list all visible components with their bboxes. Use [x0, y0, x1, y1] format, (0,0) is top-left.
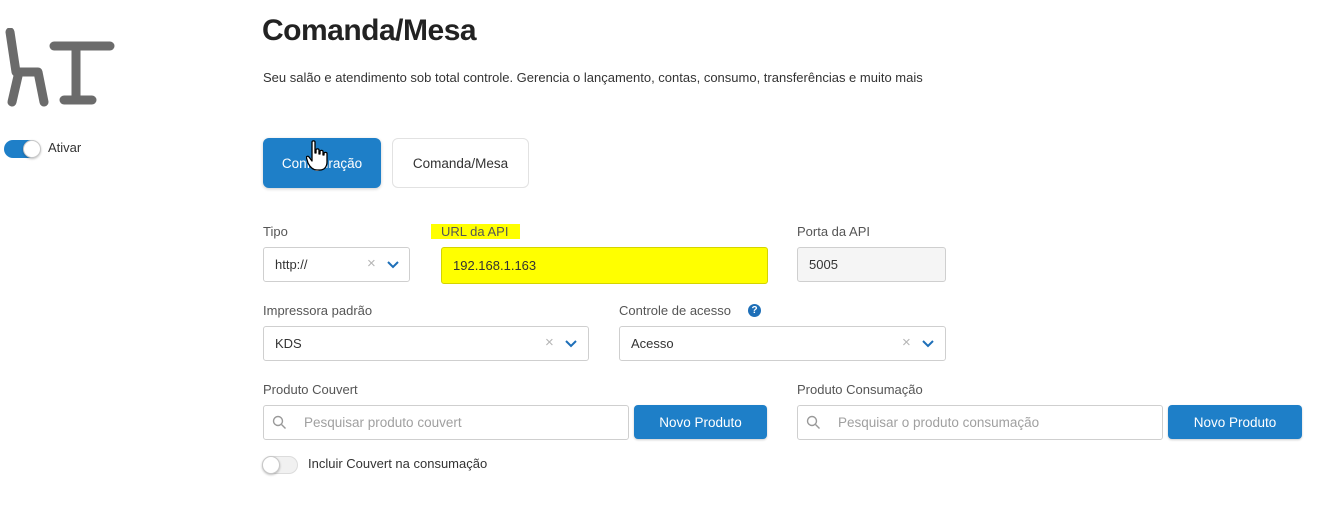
clear-icon[interactable]: ×	[367, 255, 376, 272]
clear-icon[interactable]: ×	[545, 334, 554, 351]
produto-couvert-placeholder: Pesquisar produto couvert	[304, 415, 462, 430]
impressora-value: KDS	[275, 336, 302, 351]
incluir-couvert-label: Incluir Couvert na consumação	[308, 456, 488, 471]
search-icon	[272, 415, 286, 429]
produto-consumacao-label: Produto Consumação	[797, 382, 923, 397]
novo-produto-couvert-button[interactable]: Novo Produto	[634, 405, 767, 439]
tipo-value: http://	[275, 257, 308, 272]
controle-acesso-select[interactable]: Acesso ×	[619, 326, 946, 361]
produto-couvert-label: Produto Couvert	[263, 382, 358, 397]
page-title: Comanda/Mesa	[262, 14, 477, 47]
controle-acesso-value: Acesso	[631, 336, 674, 351]
search-icon	[806, 415, 820, 429]
url-api-label: URL da API	[431, 224, 521, 239]
chevron-down-icon[interactable]	[564, 337, 578, 351]
clear-icon[interactable]: ×	[902, 334, 911, 351]
question-circle-icon[interactable]: ?	[748, 304, 761, 317]
porta-api-label: Porta da API	[797, 224, 870, 239]
novo-produto-consumacao-button[interactable]: Novo Produto	[1168, 405, 1302, 439]
impressora-label: Impressora padrão	[263, 303, 373, 318]
url-api-input[interactable]: 192.168.1.163	[441, 247, 768, 284]
chevron-down-icon[interactable]	[921, 337, 935, 351]
incluir-couvert-toggle[interactable]	[262, 456, 298, 474]
produto-consumacao-placeholder: Pesquisar o produto consumação	[838, 415, 1040, 430]
activate-toggle[interactable]	[4, 140, 41, 158]
produto-consumacao-search[interactable]: Pesquisar o produto consumação	[797, 405, 1163, 440]
chevron-down-icon[interactable]	[386, 258, 400, 272]
tab-comanda-mesa[interactable]: Comanda/Mesa	[392, 138, 529, 188]
controle-acesso-label: Controle de acesso	[619, 303, 732, 318]
table-chair-icon	[5, 28, 115, 107]
produto-couvert-search[interactable]: Pesquisar produto couvert	[263, 405, 629, 440]
impressora-select[interactable]: KDS ×	[263, 326, 589, 361]
tipo-label: Tipo	[263, 224, 288, 239]
tipo-select[interactable]: http:// ×	[263, 247, 410, 282]
page-subtitle: Seu salão e atendimento sob total contro…	[263, 70, 923, 85]
porta-api-input[interactable]: 5005	[797, 247, 946, 282]
activate-label: Ativar	[48, 140, 82, 155]
hand-cursor-icon	[306, 140, 328, 171]
